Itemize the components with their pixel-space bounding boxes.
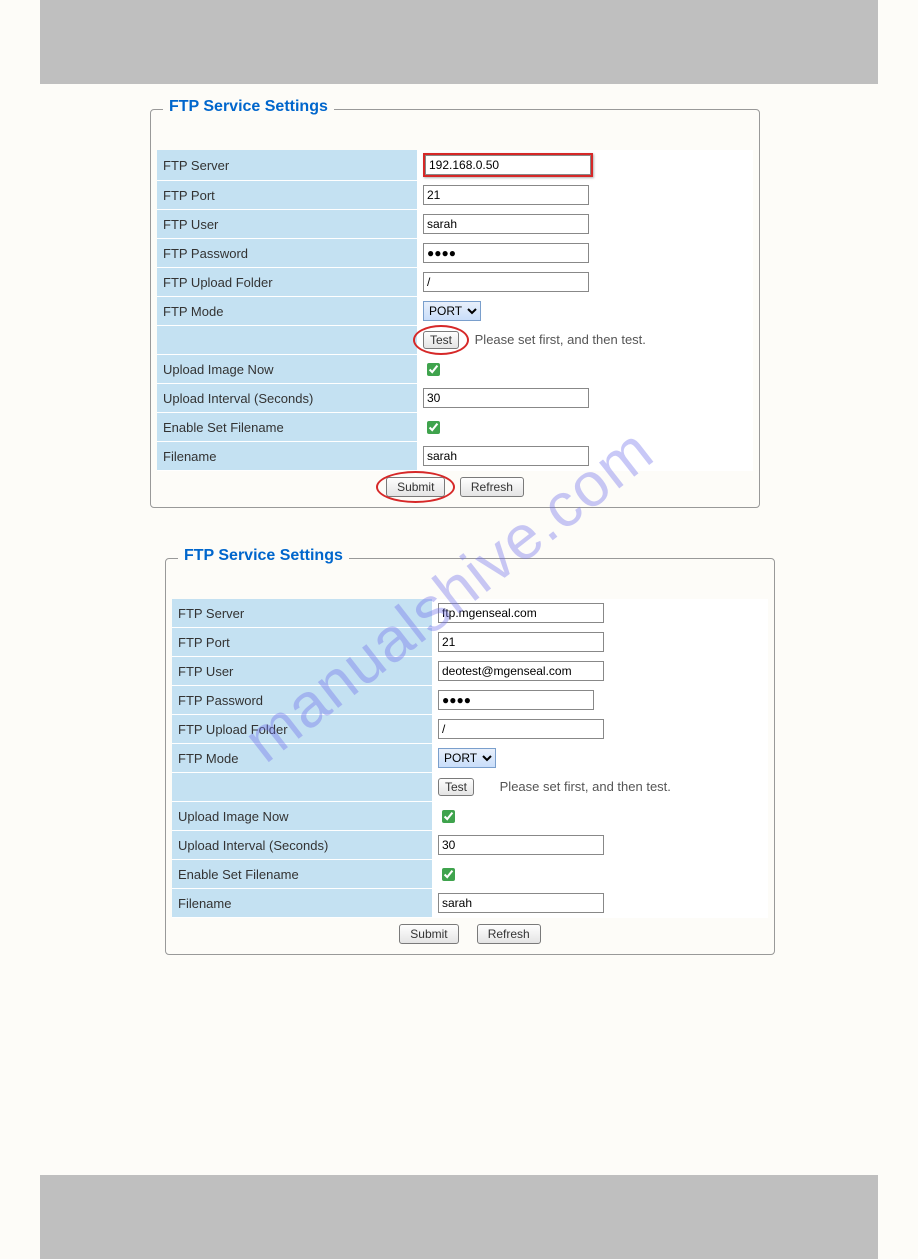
ftp-server-input[interactable] — [425, 155, 591, 175]
row-ftp-port: FTP Port — [157, 181, 753, 210]
enable-set-filename-label: Enable Set Filename — [172, 860, 432, 889]
ftp-mode-label: FTP Mode — [172, 744, 432, 773]
row-test: Test Please set first, and then test. — [172, 773, 768, 802]
ftp-upload-folder-input[interactable] — [423, 272, 589, 292]
ftp-user-input[interactable] — [438, 661, 604, 681]
row-ftp-server: FTP Server — [157, 150, 753, 181]
row-enable-set-filename: Enable Set Filename — [172, 860, 768, 889]
ftp-server-input[interactable] — [438, 603, 604, 623]
row-ftp-upload-folder: FTP Upload Folder — [172, 715, 768, 744]
ftp-port-label: FTP Port — [172, 628, 432, 657]
ftp-mode-label: FTP Mode — [157, 297, 417, 326]
top-gray-band — [40, 0, 878, 84]
ftp-form-table: FTP Server FTP Port FTP User FTP Passwor… — [172, 599, 768, 918]
ftp-port-label: FTP Port — [157, 181, 417, 210]
upload-interval-input[interactable] — [423, 388, 589, 408]
upload-image-now-checkbox[interactable] — [427, 363, 440, 376]
row-ftp-user: FTP User — [157, 210, 753, 239]
row-filename: Filename — [172, 889, 768, 918]
ftp-server-label: FTP Server — [157, 150, 417, 181]
upload-interval-label: Upload Interval (Seconds) — [172, 831, 432, 860]
ftp-mode-select[interactable]: PORT — [438, 748, 496, 768]
test-hint: Please set first, and then test. — [475, 332, 646, 347]
row-ftp-mode: FTP Mode PORT — [172, 744, 768, 773]
ftp-password-input[interactable] — [423, 243, 589, 263]
panel-legend: FTP Service Settings — [163, 98, 334, 116]
upload-image-now-checkbox[interactable] — [442, 810, 455, 823]
enable-set-filename-checkbox[interactable] — [427, 421, 440, 434]
ftp-port-input[interactable] — [438, 632, 604, 652]
ftp-upload-folder-input[interactable] — [438, 719, 604, 739]
row-upload-image-now: Upload Image Now — [172, 802, 768, 831]
upload-image-now-label: Upload Image Now — [172, 802, 432, 831]
row-enable-set-filename: Enable Set Filename — [157, 413, 753, 442]
test-empty-label — [172, 773, 432, 802]
filename-label: Filename — [157, 442, 417, 471]
row-ftp-port: FTP Port — [172, 628, 768, 657]
ftp-settings-panel-2: FTP Service Settings FTP Server FTP Port… — [165, 558, 775, 955]
enable-set-filename-label: Enable Set Filename — [157, 413, 417, 442]
row-ftp-server: FTP Server — [172, 599, 768, 628]
ftp-user-input[interactable] — [423, 214, 589, 234]
button-row: Submit Refresh — [157, 477, 753, 497]
row-test: Test Please set first, and then test. — [157, 326, 753, 355]
row-upload-image-now: Upload Image Now — [157, 355, 753, 384]
ftp-mode-select[interactable]: PORT — [423, 301, 481, 321]
upload-image-now-label: Upload Image Now — [157, 355, 417, 384]
ftp-password-label: FTP Password — [157, 239, 417, 268]
refresh-button[interactable]: Refresh — [477, 924, 541, 944]
row-ftp-password: FTP Password — [157, 239, 753, 268]
submit-button[interactable]: Submit — [399, 924, 458, 944]
row-upload-interval: Upload Interval (Seconds) — [172, 831, 768, 860]
ftp-user-label: FTP User — [157, 210, 417, 239]
submit-button[interactable]: Submit — [386, 477, 445, 497]
row-upload-interval: Upload Interval (Seconds) — [157, 384, 753, 413]
row-ftp-password: FTP Password — [172, 686, 768, 715]
test-button[interactable]: Test — [423, 331, 459, 349]
ftp-server-highlight — [423, 153, 593, 177]
test-empty-label — [157, 326, 417, 355]
row-filename: Filename — [157, 442, 753, 471]
panel-legend: FTP Service Settings — [178, 547, 349, 565]
refresh-button[interactable]: Refresh — [460, 477, 524, 497]
test-button-highlight: Test — [423, 331, 459, 349]
ftp-server-label: FTP Server — [172, 599, 432, 628]
button-row: Submit Refresh — [172, 924, 768, 944]
filename-label: Filename — [172, 889, 432, 918]
upload-interval-label: Upload Interval (Seconds) — [157, 384, 417, 413]
enable-set-filename-checkbox[interactable] — [442, 868, 455, 881]
row-ftp-user: FTP User — [172, 657, 768, 686]
ftp-password-input[interactable] — [438, 690, 594, 710]
filename-input[interactable] — [423, 446, 589, 466]
ftp-form-table: FTP Server FTP Port FTP User — [157, 150, 753, 471]
filename-input[interactable] — [438, 893, 604, 913]
test-button[interactable]: Test — [438, 778, 474, 796]
ftp-settings-panel-1: FTP Service Settings FTP Server FTP Port — [150, 109, 760, 508]
row-ftp-upload-folder: FTP Upload Folder — [157, 268, 753, 297]
ftp-upload-folder-label: FTP Upload Folder — [172, 715, 432, 744]
ftp-password-label: FTP Password — [172, 686, 432, 715]
test-hint: Please set first, and then test. — [500, 779, 671, 794]
upload-interval-input[interactable] — [438, 835, 604, 855]
ftp-user-label: FTP User — [172, 657, 432, 686]
ftp-port-input[interactable] — [423, 185, 589, 205]
submit-button-highlight: Submit — [386, 477, 445, 497]
row-ftp-mode: FTP Mode PORT — [157, 297, 753, 326]
ftp-upload-folder-label: FTP Upload Folder — [157, 268, 417, 297]
